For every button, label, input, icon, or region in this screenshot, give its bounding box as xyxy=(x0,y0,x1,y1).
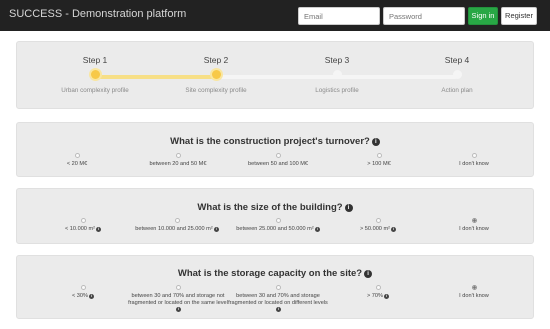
option-label: between 10.000 and 25.000 m² i xyxy=(127,226,227,233)
step-dot-icon xyxy=(452,70,462,79)
option-label: I don't know xyxy=(459,161,489,167)
option-label: between 20 and 50 M€ xyxy=(149,161,207,167)
radio-button-icon[interactable] xyxy=(471,218,477,223)
option-label: < 20 M€ xyxy=(66,161,88,167)
question-title: What is the construction project's turno… xyxy=(17,136,533,147)
step-subtitle: Action plan xyxy=(441,87,473,94)
radio-button-icon[interactable] xyxy=(471,153,477,158)
option-radio[interactable]: < 30% i xyxy=(33,285,133,300)
option-radio[interactable]: > 50.000 m² i xyxy=(328,218,428,233)
step-1: Step 1 Urban complexity profile xyxy=(40,54,150,94)
option-radio[interactable]: between 25.000 and 50.000 m² i xyxy=(228,218,328,233)
option-label: > 100 M€ xyxy=(367,161,391,167)
question-title-text: What is the construction project's turno… xyxy=(170,136,370,147)
question-title: What is the storage capacity on the site… xyxy=(17,268,533,279)
question-title-text: What is the size of the building? xyxy=(197,202,343,213)
step-title: Step 2 xyxy=(203,55,229,65)
radio-button-icon[interactable] xyxy=(375,218,381,223)
option-radio[interactable]: between 50 and 100 M€ xyxy=(228,153,328,168)
option-label: < 10.000 m² i xyxy=(33,226,133,233)
option-radio[interactable]: between 20 and 50 M€ xyxy=(128,153,228,168)
option-radio[interactable]: between 30 and 70% and storage fragmente… xyxy=(228,285,328,313)
signin-button[interactable]: Sign in xyxy=(468,7,498,25)
radio-button-icon[interactable] xyxy=(175,153,181,158)
option-radio[interactable]: < 20 M€ xyxy=(27,153,127,168)
info-icon[interactable]: i xyxy=(391,227,396,232)
info-icon[interactable]: i xyxy=(314,227,320,232)
radio-button-icon[interactable] xyxy=(174,218,180,223)
radio-button-icon[interactable] xyxy=(376,153,382,158)
question-storage-capacity: What is the storage capacity on the site… xyxy=(16,255,534,319)
step-3: Step 3 Logistics profile xyxy=(282,54,392,94)
info-icon[interactable]: i xyxy=(364,270,373,278)
radio-button-icon[interactable] xyxy=(74,153,80,158)
option-label: I don't know xyxy=(459,226,489,232)
radio-button-icon[interactable] xyxy=(80,218,86,223)
step-subtitle: Urban complexity profile xyxy=(61,87,129,94)
email-input[interactable] xyxy=(298,7,380,25)
option-label: between 30 and 70% and storage not fragm… xyxy=(128,293,228,312)
radio-button-icon[interactable] xyxy=(275,285,281,290)
option-label: between 30 and 70% and storage fragmente… xyxy=(228,293,328,312)
question-building-size: What is the size of the building? i < 10.… xyxy=(16,188,534,244)
option-radio[interactable]: < 10.000 m² i xyxy=(33,218,133,233)
step-dot-icon xyxy=(332,70,342,79)
option-label: < 30% i xyxy=(33,293,133,300)
info-icon[interactable]: i xyxy=(176,307,181,312)
info-icon[interactable]: i xyxy=(213,227,219,232)
question-turnover: What is the construction project's turno… xyxy=(16,122,534,177)
option-label: between 50 and 100 M€ xyxy=(247,161,309,167)
option-label: > 70% i xyxy=(328,293,428,300)
option-label: between 25.000 and 50.000 m² i xyxy=(228,226,328,233)
info-icon[interactable]: i xyxy=(89,294,95,299)
info-icon[interactable]: i xyxy=(276,307,281,312)
radio-button-icon[interactable] xyxy=(275,153,281,158)
info-icon[interactable]: i xyxy=(344,204,353,212)
info-icon[interactable]: i xyxy=(96,227,101,232)
steps-progress-panel: Step 1 Urban complexity profile Step 2 S… xyxy=(16,41,534,109)
step-4: Step 4 Action plan xyxy=(402,54,512,94)
radio-button-icon[interactable] xyxy=(275,218,281,223)
option-radio[interactable]: between 10.000 and 25.000 m² i xyxy=(127,218,227,233)
password-input[interactable] xyxy=(383,7,465,25)
navbar: SUCCESS - Demonstration platform Sign in… xyxy=(0,0,550,31)
step-dot-icon xyxy=(211,70,221,79)
step-title: Step 1 xyxy=(82,55,108,65)
option-radio[interactable]: I don't know xyxy=(424,218,524,233)
option-radio[interactable]: I don't know xyxy=(424,285,524,300)
info-icon[interactable]: i xyxy=(384,294,390,299)
radio-button-icon[interactable] xyxy=(375,285,381,290)
step-2: Step 2 Site complexity profile xyxy=(161,54,271,94)
question-title-text: What is the storage capacity on the site… xyxy=(177,268,363,279)
step-dot-icon xyxy=(90,70,100,79)
radio-button-icon[interactable] xyxy=(80,285,86,290)
radio-button-icon[interactable] xyxy=(175,285,181,290)
option-radio[interactable]: > 100 M€ xyxy=(329,153,429,168)
option-radio[interactable]: > 70% i xyxy=(328,285,428,300)
step-subtitle: Logistics profile xyxy=(315,87,359,94)
register-button[interactable]: Register xyxy=(501,7,537,25)
app-brand[interactable]: SUCCESS - Demonstration platform xyxy=(9,8,186,20)
info-icon[interactable]: i xyxy=(371,138,380,146)
option-radio[interactable]: I don't know xyxy=(424,153,524,168)
radio-button-icon[interactable] xyxy=(471,285,477,290)
option-label: > 50.000 m² i xyxy=(328,226,428,233)
step-title: Step 4 xyxy=(444,55,470,65)
question-title: What is the size of the building? i xyxy=(17,202,533,213)
option-radio[interactable]: between 30 and 70% and storage not fragm… xyxy=(128,285,228,313)
step-title: Step 3 xyxy=(324,55,350,65)
step-subtitle: Site complexity profile xyxy=(185,87,247,94)
option-label: I don't know xyxy=(459,293,489,299)
